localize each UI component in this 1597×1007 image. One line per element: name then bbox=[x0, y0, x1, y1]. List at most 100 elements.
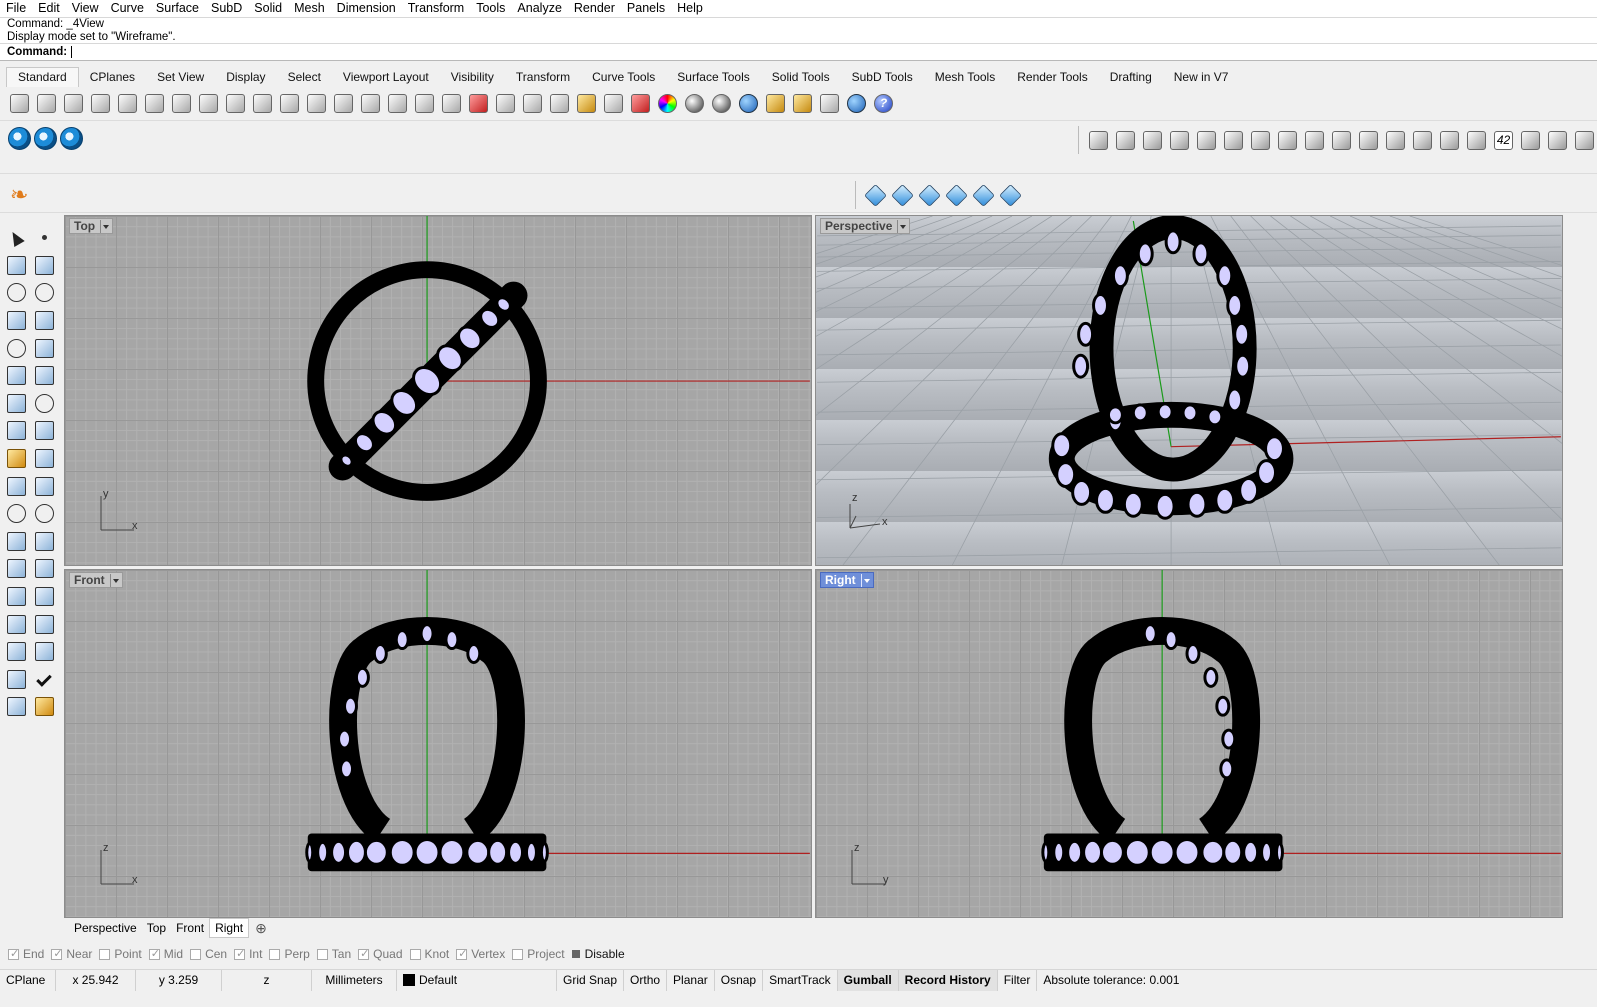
group-tool[interactable] bbox=[2, 500, 30, 528]
ring-size-button[interactable] bbox=[1247, 128, 1274, 152]
chevron-down-icon[interactable] bbox=[100, 219, 110, 233]
import-button[interactable] bbox=[114, 91, 141, 115]
menu-curve[interactable]: Curve bbox=[105, 0, 150, 17]
tab-standard[interactable]: Standard bbox=[6, 67, 79, 87]
layer-display[interactable]: Default bbox=[397, 969, 557, 991]
zbrush-icon-3[interactable] bbox=[60, 127, 83, 150]
command-line-input[interactable]: Command: bbox=[0, 44, 1597, 61]
osnap-mid[interactable]: Mid bbox=[148, 947, 183, 961]
gem-button[interactable] bbox=[1139, 128, 1166, 152]
undo-button[interactable] bbox=[222, 91, 249, 115]
analyze-tool[interactable] bbox=[2, 666, 30, 694]
osnap-checkbox[interactable] bbox=[99, 948, 111, 960]
add-viewport-tab-icon[interactable]: ⊕ bbox=[249, 920, 273, 937]
osnap-vertex[interactable]: Vertex bbox=[456, 947, 505, 961]
check-tool[interactable] bbox=[30, 666, 58, 694]
scale-tool[interactable] bbox=[30, 528, 58, 556]
viewport-front[interactable]: Front z x bbox=[64, 569, 812, 918]
boolean-tool[interactable] bbox=[30, 390, 58, 418]
viewport-tab-front[interactable]: Front bbox=[171, 919, 209, 937]
osnap-cen[interactable]: Cen bbox=[190, 947, 227, 961]
tab-transform[interactable]: Transform bbox=[505, 68, 581, 87]
fillet-tool[interactable] bbox=[30, 334, 58, 362]
scale-button[interactable] bbox=[1193, 128, 1220, 152]
osnap-checkbox[interactable] bbox=[8, 947, 19, 960]
units-display[interactable]: Millimeters bbox=[312, 969, 397, 991]
osnap-checkbox[interactable] bbox=[190, 948, 202, 960]
viewport-title-right[interactable]: Right bbox=[820, 572, 874, 588]
open-button[interactable] bbox=[33, 91, 60, 115]
leaf-icon[interactable]: ❧ bbox=[10, 184, 28, 206]
osnap-checkbox[interactable] bbox=[512, 948, 524, 960]
light-button[interactable] bbox=[573, 91, 600, 115]
polyline-tool[interactable] bbox=[2, 252, 30, 280]
osnap-end[interactable]: End bbox=[8, 947, 44, 961]
osnap-int[interactable]: Int bbox=[234, 947, 262, 961]
tab-mesh-tools[interactable]: Mesh Tools bbox=[924, 68, 1006, 87]
gems-button[interactable] bbox=[1301, 128, 1328, 152]
four-view-button[interactable] bbox=[438, 91, 465, 115]
filter-button[interactable]: Filter bbox=[998, 969, 1038, 991]
cluster-button[interactable] bbox=[1274, 128, 1301, 152]
tab-new-in-v7[interactable]: New in V7 bbox=[1163, 68, 1240, 87]
setting-button[interactable] bbox=[1166, 128, 1193, 152]
record-history-toggle[interactable]: Record History bbox=[898, 969, 998, 991]
chevron-down-icon[interactable] bbox=[897, 219, 907, 233]
point-tool[interactable] bbox=[30, 224, 58, 252]
osnap-point[interactable]: Point bbox=[99, 947, 142, 961]
print-button[interactable] bbox=[87, 91, 114, 115]
tab-display[interactable]: Display bbox=[215, 68, 276, 87]
osnap-checkbox[interactable] bbox=[148, 947, 160, 960]
mesh-2-button[interactable] bbox=[889, 183, 916, 207]
cplane-button[interactable] bbox=[519, 91, 546, 115]
osnap-checkbox[interactable] bbox=[316, 948, 328, 960]
lamp-button[interactable] bbox=[492, 91, 519, 115]
disable-checkbox[interactable] bbox=[571, 950, 580, 958]
zoom-button[interactable] bbox=[303, 91, 330, 115]
chevron-down-icon[interactable] bbox=[860, 573, 870, 587]
tab-viewport-layout[interactable]: Viewport Layout bbox=[332, 68, 440, 87]
osnap-tan[interactable]: Tan bbox=[316, 947, 351, 961]
viewport-title-front[interactable]: Front bbox=[69, 572, 123, 588]
curve-cv-tool[interactable] bbox=[30, 252, 58, 280]
extrude-tool[interactable] bbox=[2, 417, 30, 445]
chain-button[interactable] bbox=[1382, 128, 1409, 152]
save-button[interactable] bbox=[60, 91, 87, 115]
explode-tool[interactable] bbox=[2, 445, 30, 473]
bail-button[interactable] bbox=[1112, 128, 1139, 152]
dimension-tool[interactable] bbox=[30, 555, 58, 583]
hatch-tool[interactable] bbox=[30, 610, 58, 638]
text-tool[interactable] bbox=[2, 555, 30, 583]
menu-mesh[interactable]: Mesh bbox=[288, 0, 331, 17]
menu-dimension[interactable]: Dimension bbox=[331, 0, 402, 17]
points-cube-button[interactable] bbox=[997, 183, 1024, 207]
viewport-title-perspective[interactable]: Perspective bbox=[820, 218, 911, 234]
osnap-knot[interactable]: Knot bbox=[409, 947, 449, 961]
menu-view[interactable]: View bbox=[66, 0, 105, 17]
sphere-button[interactable] bbox=[735, 91, 762, 115]
color-wheel-button[interactable] bbox=[654, 91, 681, 115]
zoom-selected-button[interactable] bbox=[384, 91, 411, 115]
arc-point-tool[interactable] bbox=[2, 334, 30, 362]
cut-button[interactable] bbox=[141, 91, 168, 115]
surface-tool[interactable] bbox=[2, 362, 30, 390]
zbrush-icon-2[interactable] bbox=[34, 127, 57, 150]
smarttrack-toggle[interactable]: SmartTrack bbox=[763, 969, 838, 991]
osnap-perp[interactable]: Perp bbox=[269, 947, 310, 961]
tab-render-tools[interactable]: Render Tools bbox=[1006, 68, 1099, 87]
water-button[interactable] bbox=[970, 183, 997, 207]
tab-surface-tools[interactable]: Surface Tools bbox=[666, 68, 761, 87]
gear-button[interactable] bbox=[789, 91, 816, 115]
gumball-toggle[interactable]: Gumball bbox=[837, 969, 899, 991]
gold-button[interactable] bbox=[1355, 128, 1382, 152]
help-button[interactable]: ? bbox=[870, 91, 897, 115]
viewport-tab-right[interactable]: Right bbox=[209, 918, 250, 938]
join-tool[interactable] bbox=[30, 445, 58, 473]
points-button[interactable] bbox=[546, 91, 573, 115]
osnap-quad[interactable]: Quad bbox=[358, 947, 403, 961]
curve-button[interactable] bbox=[1544, 128, 1571, 152]
osnap-checkbox[interactable] bbox=[456, 947, 467, 960]
array-tool[interactable] bbox=[2, 583, 30, 611]
mesh-3-button[interactable] bbox=[916, 183, 943, 207]
material-tool[interactable] bbox=[30, 693, 58, 721]
